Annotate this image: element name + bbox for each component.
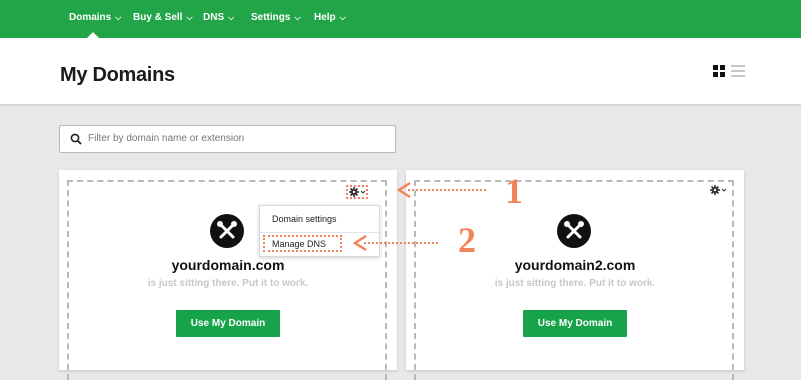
tools-icon (557, 214, 591, 248)
top-nav: Domains ⌵ Buy & Sell ⌵ DNS ⌵ Settings ⌵ Help… (0, 0, 801, 38)
nav-item-settings[interactable]: Settings ⌵ (251, 12, 301, 23)
nav-item-dns[interactable]: DNS ⌵ (203, 12, 234, 23)
page-title: My Domains (60, 64, 175, 86)
domain-name: yourdomain.com (171, 257, 285, 273)
chevron-down-icon: ⌵ (294, 13, 301, 22)
domain-tagline: is just sitting there. Put it to work. (147, 278, 309, 289)
domain-filter-input[interactable]: Filter by domain name or extension (59, 125, 396, 153)
chevron-down-icon: ⌵ (115, 13, 122, 22)
chevron-down-icon: ⌵ (228, 13, 235, 22)
gear-icon (349, 187, 366, 197)
domain-card: yourdomain.com is just sitting there. Pu… (59, 170, 397, 380)
annotation-step-2: 2 (458, 220, 476, 260)
nav-item-help[interactable]: Help ⌵ (314, 12, 346, 23)
use-my-domain-button[interactable]: Use My Domain (523, 310, 627, 337)
annotation-arrow-1 (396, 181, 488, 199)
list-view-icon[interactable] (731, 65, 745, 77)
tools-icon (210, 214, 244, 248)
card-settings-gear[interactable] (346, 185, 368, 199)
domain-tagline: is just sitting there. Put it to work. (494, 278, 656, 289)
domain-card: yourdomain2.com is just sitting there. P… (406, 170, 744, 380)
grid-view-icon[interactable] (713, 65, 725, 77)
annotation-arrow-2 (352, 234, 440, 252)
gear-icon (710, 185, 727, 195)
menu-item-domain-settings[interactable]: Domain settings (272, 214, 337, 224)
use-my-domain-button[interactable]: Use My Domain (176, 310, 280, 337)
search-icon (70, 133, 82, 145)
annotation-step-1: 1 (505, 171, 523, 211)
domain-name: yourdomain2.com (514, 257, 636, 273)
menu-item-manage-dns[interactable]: Manage DNS (272, 239, 326, 249)
search-placeholder: Filter by domain name or extension (88, 133, 245, 144)
chevron-down-icon: ⌵ (186, 13, 193, 22)
nav-item-domains[interactable]: Domains ⌵ (69, 12, 121, 23)
nav-item-buy-sell[interactable]: Buy & Sell ⌵ (133, 12, 193, 23)
page-header: My Domains (0, 38, 801, 106)
card-settings-gear[interactable] (709, 185, 731, 199)
chevron-down-icon: ⌵ (339, 13, 346, 22)
